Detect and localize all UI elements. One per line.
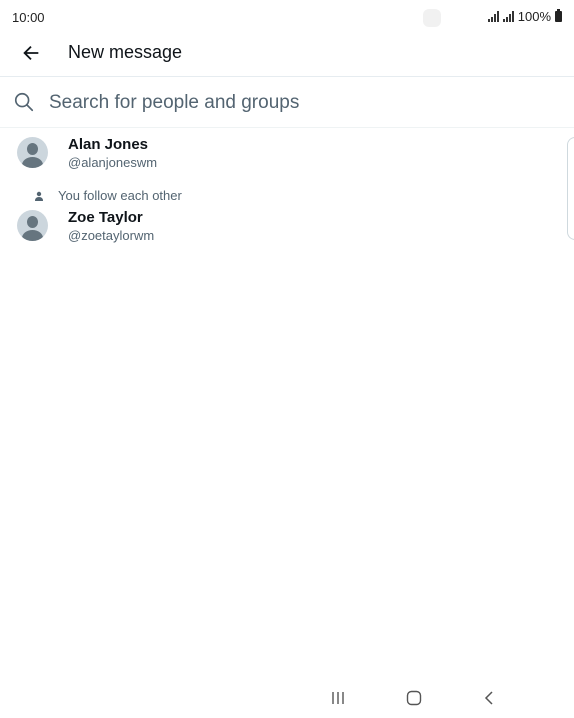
signal-icon (487, 11, 499, 22)
status-icons: 100% (487, 9, 562, 24)
battery-percent: 100% (517, 9, 551, 24)
header: New message (0, 34, 574, 77)
avatar (17, 137, 48, 168)
contact-handle: @zoetaylorwm (68, 228, 155, 243)
search-bar (0, 77, 574, 128)
search-input[interactable] (47, 87, 551, 119)
status-bar: 10:00 100% (0, 0, 574, 34)
avatar (17, 210, 48, 241)
signal-icon (502, 11, 514, 22)
contact-name: Zoe Taylor (68, 209, 143, 226)
recent-apps-icon[interactable] (331, 691, 345, 705)
page-title: New message (68, 42, 183, 62)
search-icon (14, 92, 34, 112)
contact-item-alan-jones[interactable]: Alan Jones @alanjoneswm (0, 132, 560, 176)
follow-note-text: You follow each other (58, 188, 182, 203)
battery-icon (555, 9, 562, 22)
contact-handle: @alanjoneswm (68, 155, 158, 170)
follow-note: You follow each other (34, 188, 182, 203)
navigation-bar (0, 678, 574, 718)
arrow-left-icon[interactable] (20, 42, 42, 64)
contact-name: Alan Jones (68, 136, 149, 153)
person-icon (35, 191, 43, 201)
back-icon[interactable] (483, 690, 495, 706)
contact-item-zoe-taylor[interactable]: Zoe Taylor @zoetaylorwm (0, 205, 560, 249)
home-icon[interactable] (406, 690, 422, 706)
edge-panel-handle[interactable] (567, 137, 574, 240)
status-time: 10:00 (12, 10, 45, 25)
camera-cutout (423, 9, 441, 27)
